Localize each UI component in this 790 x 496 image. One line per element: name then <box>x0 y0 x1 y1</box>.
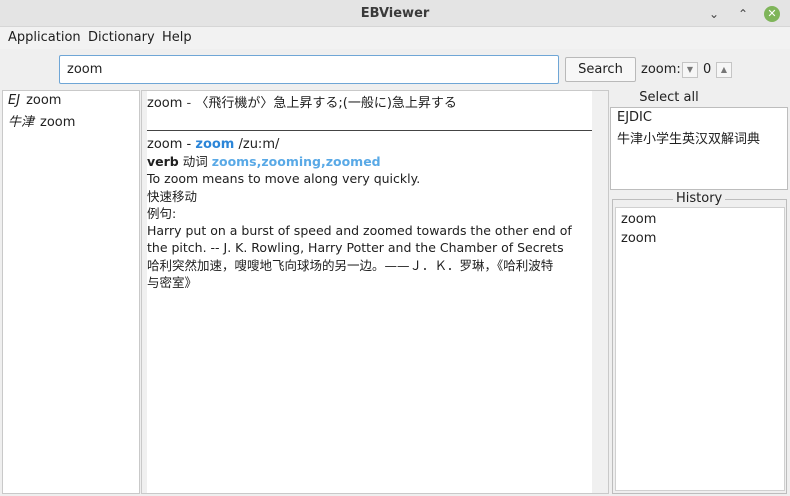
zoom-increase-icon[interactable]: ▲ <box>716 62 732 78</box>
oxford-example-en: the pitch. -- J. K. Rowling, Harry Potte… <box>147 240 564 256</box>
zoom-decrease-icon[interactable]: ▼ <box>682 62 698 78</box>
oxford-sep: - <box>182 137 196 152</box>
window-title: EBViewer <box>360 6 430 21</box>
result-dict: 牛津 <box>8 115 35 130</box>
results-list: EJ zoom 牛津 zoom <box>2 90 140 494</box>
oxford-headword: zoom <box>195 137 235 152</box>
scrollbar[interactable] <box>592 91 608 493</box>
history-title: History <box>673 191 726 206</box>
oxford-head: zoom - zoom /zu:m/ <box>147 136 592 153</box>
result-word: zoom <box>26 93 62 108</box>
result-item[interactable]: 牛津 zoom <box>8 111 75 130</box>
ej-definition: 〈飛行機が〉急上昇する;(一般に)急上昇する <box>195 96 457 111</box>
oxford-def-en: To zoom means to move along very quickly… <box>147 171 421 187</box>
result-item[interactable]: EJ zoom <box>8 93 61 108</box>
dictionary-item[interactable]: EJDIC <box>617 110 652 125</box>
dictionary-list: EJDIC 牛津小学生英汉双解词典 <box>610 107 788 190</box>
oxford-example-label: 例句: <box>147 205 177 221</box>
maximize-icon[interactable]: ⌃ <box>735 6 751 22</box>
title-bar: EBViewer ⌄ ⌃ ✕ <box>0 0 790 27</box>
entry-content: zoom - 〈飛行機が〉急上昇する;(一般に)急上昇する zoom - zoo… <box>147 95 592 291</box>
minimize-icon[interactable]: ⌄ <box>706 6 722 22</box>
result-word: zoom <box>40 115 76 130</box>
select-all-button[interactable]: Select all <box>610 90 728 105</box>
oxford-pos: verb <box>147 154 179 169</box>
oxford-pos-line: verb 动词 zooms,zooming,zoomed <box>147 153 592 170</box>
oxford-def-cn: 快速移动 <box>147 188 198 204</box>
zoom-value[interactable]: 0 <box>703 62 711 77</box>
history-list: zoom zoom <box>615 207 785 491</box>
result-dict: EJ <box>8 93 21 108</box>
entry-divider <box>147 130 592 131</box>
search-input[interactable]: zoom <box>59 55 559 84</box>
oxford-pronunciation: /zu:m/ <box>234 137 280 152</box>
history-item[interactable]: zoom <box>621 212 656 227</box>
oxford-example-cn: 哈利突然加速，嗖嗖地飞向球场的另一边。——Ｊ．Ｋ．罗琳，《哈利波特 <box>147 257 554 273</box>
oxford-example-en: Harry put on a burst of speed and zoomed… <box>147 223 572 239</box>
ej-entry: zoom - 〈飛行機が〉急上昇する;(一般に)急上昇する <box>147 95 592 113</box>
zoom-label: zoom: <box>641 62 681 77</box>
menu-dictionary[interactable]: Dictionary <box>88 30 155 45</box>
search-toolbar: zoom Search zoom: ▼ 0 ▲ <box>0 49 790 89</box>
close-icon[interactable]: ✕ <box>764 6 780 22</box>
menu-bar: Application Dictionary Help <box>0 27 790 49</box>
oxford-example-cn: 与密室》 <box>147 275 198 291</box>
entry-view: zoom - 〈飛行機が〉急上昇する;(一般に)急上昇する zoom - zoo… <box>141 90 609 494</box>
oxford-pos-cn: 动词 <box>178 154 212 169</box>
ej-sep: - <box>182 96 196 111</box>
history-item[interactable]: zoom <box>621 231 656 246</box>
ej-word: zoom <box>147 96 183 111</box>
oxford-forms: zooms,zooming,zoomed <box>211 154 381 169</box>
oxford-word: zoom <box>147 137 183 152</box>
dictionary-item[interactable]: 牛津小学生英汉双解词典 <box>617 128 760 147</box>
search-button[interactable]: Search <box>565 57 636 82</box>
menu-application[interactable]: Application <box>8 30 81 45</box>
menu-help[interactable]: Help <box>162 30 192 45</box>
